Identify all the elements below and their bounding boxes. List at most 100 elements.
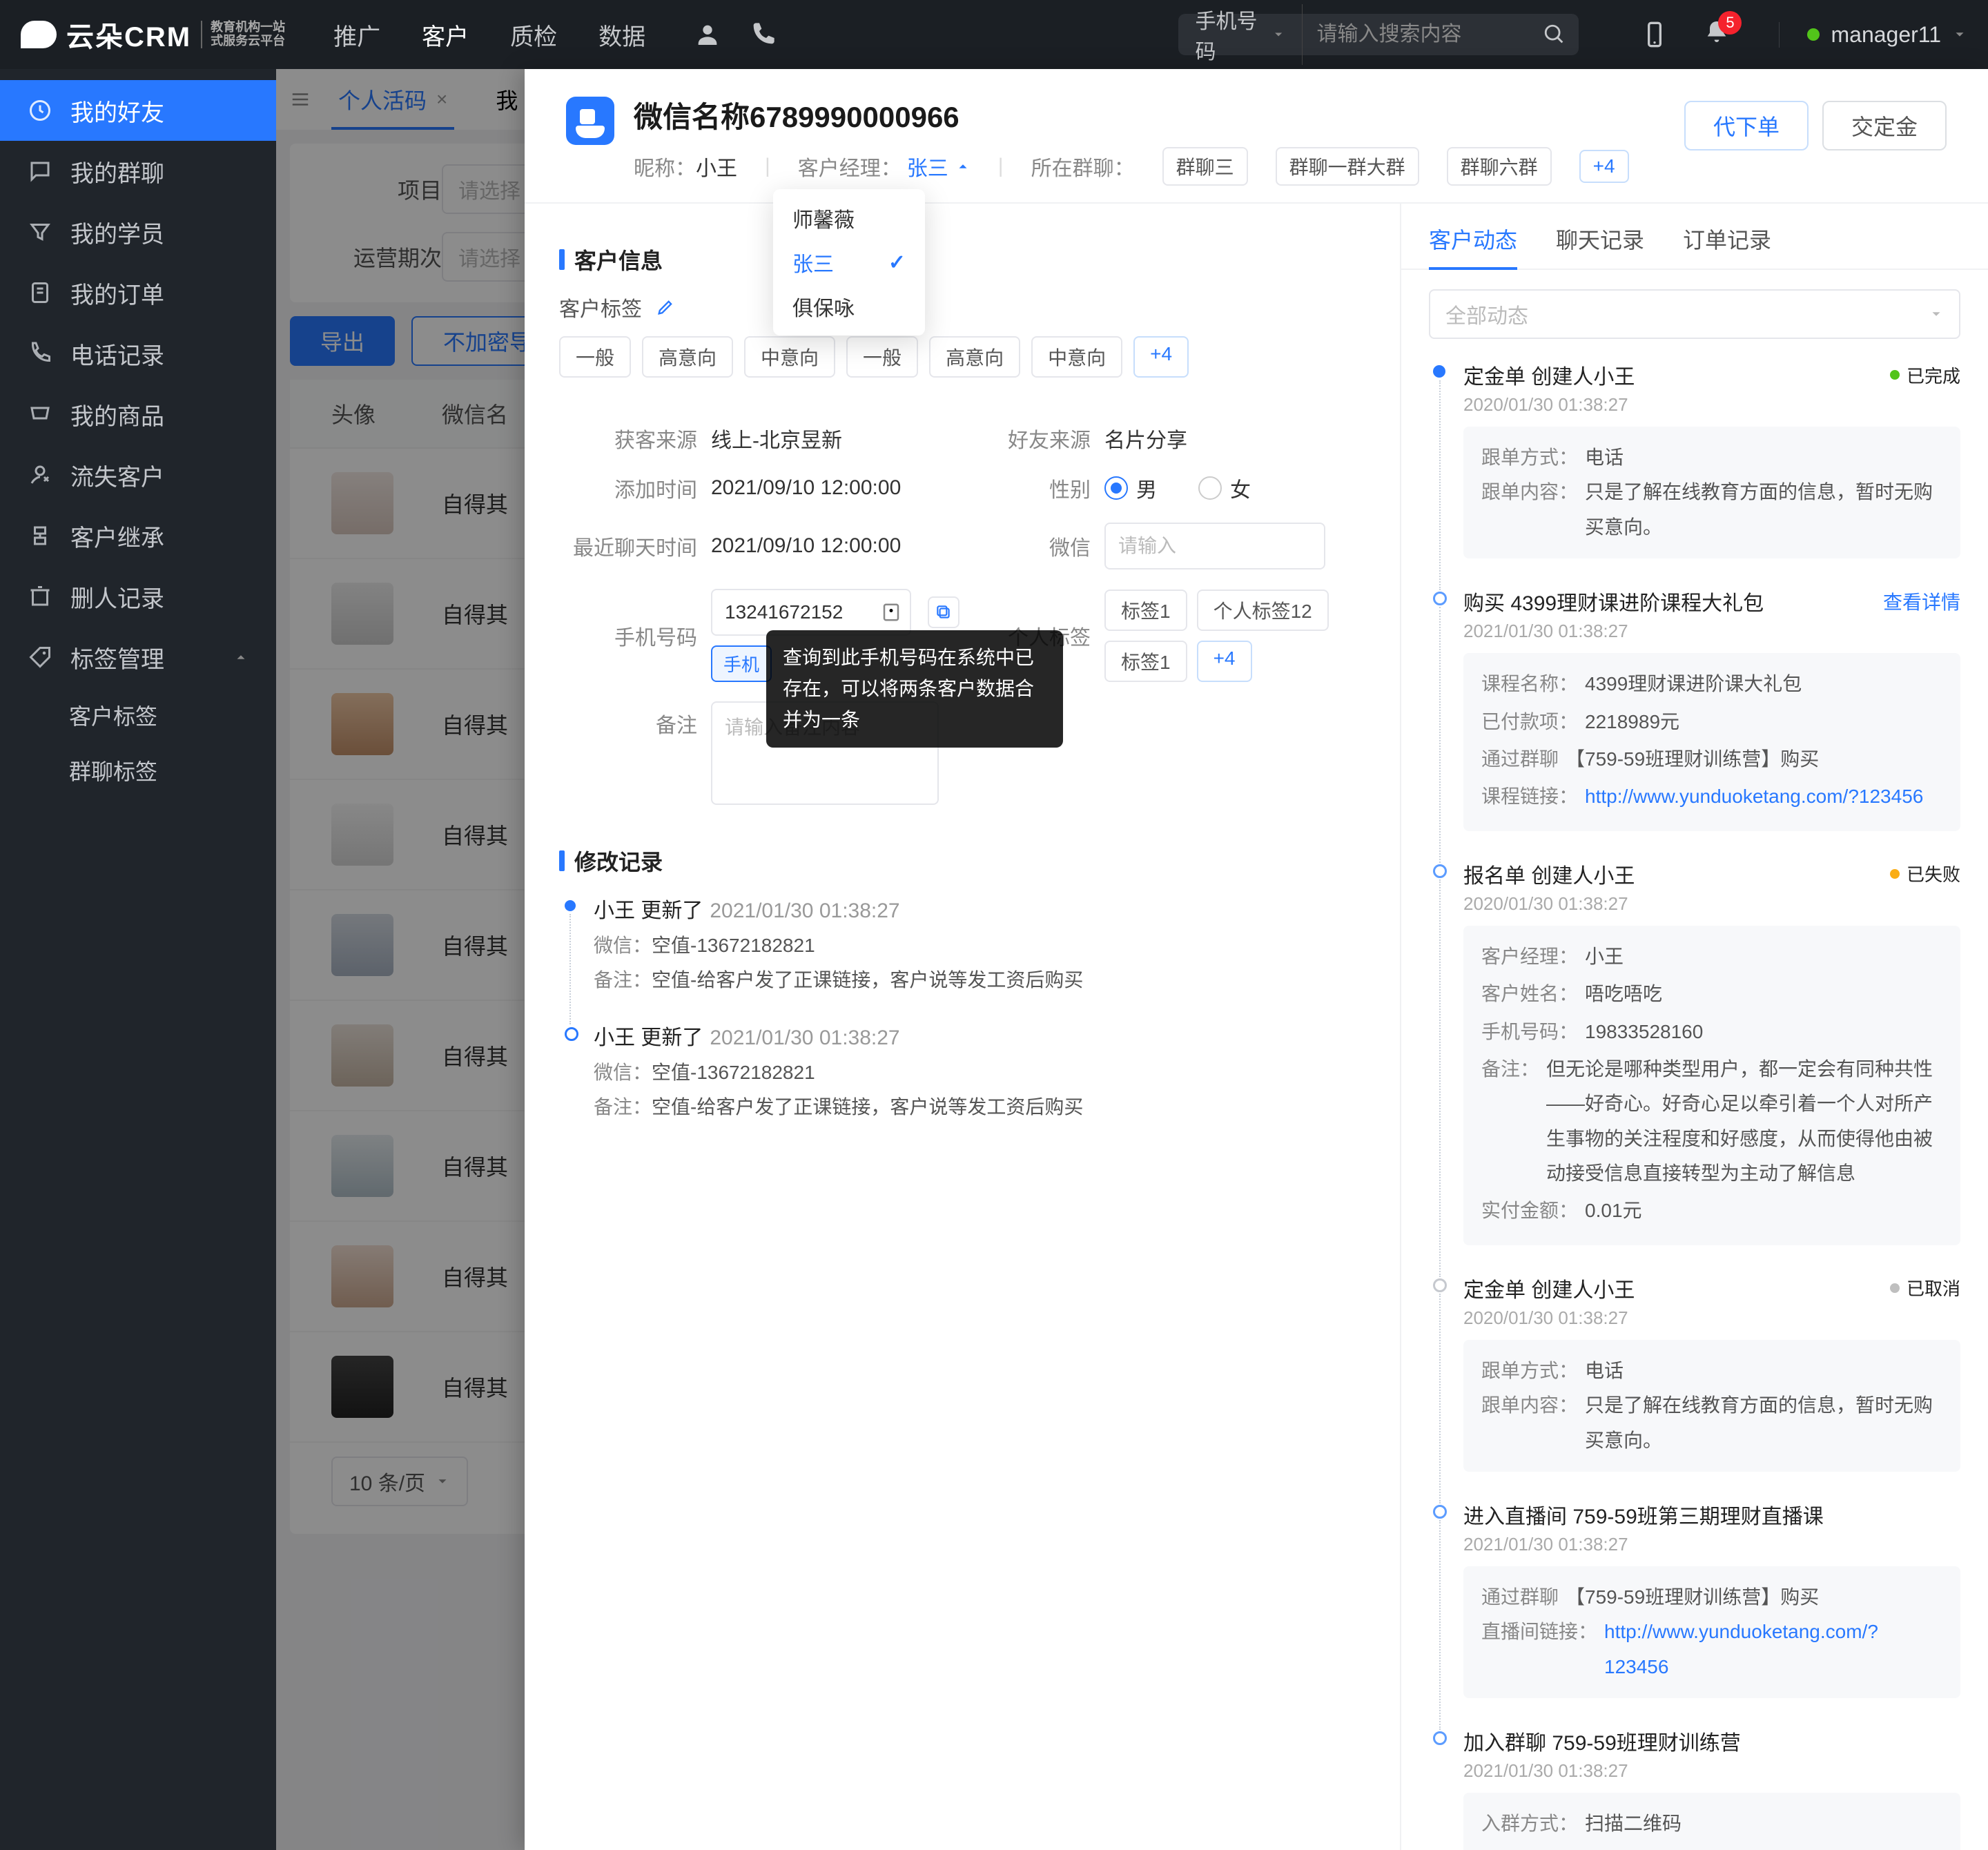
nav-inherit[interactable]: 客户继承	[0, 505, 276, 566]
tab-activity[interactable]: 客户动态	[1429, 223, 1517, 269]
customer-meta: 昵称：小王 | 客户经理：张三 | 所在群聊： 群聊三 群聊一群大群 群聊六群 …	[634, 147, 1665, 186]
timeline-head: 定金单 创建人小王已完成	[1463, 360, 1960, 390]
search-button[interactable]	[1530, 23, 1579, 46]
nav-my-groups[interactable]: 我的群聊	[0, 141, 276, 202]
top-extra-icons	[694, 21, 777, 48]
gender-radio: 男 女	[1104, 473, 1352, 503]
status-badge: 已取消	[1890, 1275, 1960, 1301]
deposit-button[interactable]: 交定金	[1822, 101, 1947, 150]
timeline-head: 进入直播间 759-59班第三期理财直播课	[1463, 1499, 1960, 1530]
nav-group-tags[interactable]: 群聊标签	[0, 743, 276, 798]
timeline-time: 2020/01/30 01:38:27	[1463, 394, 1960, 416]
group-chip[interactable]: 群聊三	[1162, 147, 1248, 186]
timeline-time: 2021/01/30 01:38:27	[1463, 621, 1960, 642]
view-details-link[interactable]: 查看详情	[1883, 587, 1960, 615]
group-chip-more[interactable]: +4	[1579, 150, 1629, 183]
customer-tag[interactable]: 中意向	[744, 336, 835, 378]
nav-my-orders[interactable]: 我的订单	[0, 262, 276, 323]
manager-option[interactable]: 张三✓	[773, 240, 925, 284]
phone-tag[interactable]: 手机	[711, 645, 772, 682]
nav-customer-tags[interactable]: 客户标签	[0, 688, 276, 743]
edit-icon[interactable]	[656, 298, 675, 317]
order-icon	[28, 280, 52, 305]
manager-option[interactable]: 俱保咏	[773, 284, 925, 329]
timeline-head: 购买 4399理财课进阶课程大礼包查看详情	[1463, 586, 1960, 616]
search-icon	[1543, 23, 1566, 46]
tag-row: 一般 高意向 中意向 一般 高意向 中意向 +4	[559, 336, 1365, 378]
radio-female[interactable]: 女	[1198, 473, 1251, 503]
nav-my-friends[interactable]: 我的好友	[0, 80, 276, 141]
search-type-select[interactable]: 手机号码	[1178, 4, 1303, 65]
topbar-right: 5 manager11	[1641, 18, 1967, 52]
inherit-icon	[28, 523, 52, 548]
phone-icon[interactable]	[749, 21, 777, 48]
search-input[interactable]	[1303, 23, 1530, 46]
timeline-head: 报名单 创建人小王已失败	[1463, 859, 1960, 889]
gender-label: 性别	[959, 473, 1104, 503]
tab-chat[interactable]: 聊天记录	[1556, 223, 1644, 269]
customer-tag[interactable]: 一般	[559, 336, 631, 378]
phone-label: 手机号码	[559, 621, 711, 651]
personal-tag[interactable]: 标签1	[1104, 590, 1187, 631]
contacts-icon[interactable]	[881, 602, 902, 623]
cart-icon	[28, 402, 52, 427]
customer-tag-more[interactable]: +4	[1133, 336, 1189, 378]
person-icon[interactable]	[694, 21, 721, 48]
proxy-order-button[interactable]: 代下单	[1684, 101, 1809, 150]
phone-exists-tooltip: 查询到此手机号码在系统中已存在，可以将两条客户数据合并为一条	[766, 630, 1063, 748]
nav-tag-manage[interactable]: 标签管理	[0, 627, 276, 688]
section-mod-record: 修改记录	[559, 845, 1365, 877]
friend-source-label: 好友来源	[959, 423, 1104, 454]
timeline-time: 2020/01/30 01:38:27	[1463, 893, 1960, 915]
timeline-head: 加入群聊 759-59班理财训练营	[1463, 1726, 1960, 1756]
customer-title: 微信名称6789990000966	[634, 94, 1665, 136]
manager-dropdown: 师馨薇 张三✓ 俱保咏	[773, 189, 925, 335]
customer-tag[interactable]: 一般	[846, 336, 918, 378]
lastchat-value: 2021/09/10 12:00:00	[711, 534, 959, 558]
group-chip[interactable]: 群聊六群	[1447, 147, 1552, 186]
add-time-value: 2021/09/10 12:00:00	[711, 476, 959, 500]
manager-select[interactable]: 客户经理：张三	[798, 151, 971, 182]
topnav-customer[interactable]: 客户	[422, 18, 469, 52]
topnav-data[interactable]: 数据	[598, 18, 645, 52]
notifications[interactable]: 5	[1703, 18, 1731, 52]
mobile-icon[interactable]	[1641, 21, 1668, 48]
group-chip[interactable]: 群聊一群大群	[1276, 147, 1419, 186]
wechat-input[interactable]	[1104, 523, 1325, 569]
nav-lost-customers[interactable]: 流失客户	[0, 445, 276, 505]
personal-tag[interactable]: 个人标签12	[1197, 590, 1329, 631]
tag-icon	[28, 645, 52, 670]
copy-icon[interactable]	[928, 596, 959, 628]
nav-my-products[interactable]: 我的商品	[0, 384, 276, 445]
user-menu[interactable]: manager11	[1779, 22, 1967, 48]
personal-tag-more[interactable]: +4	[1197, 641, 1252, 682]
tab-orders[interactable]: 订单记录	[1683, 223, 1771, 269]
customer-tag[interactable]: 高意向	[929, 336, 1020, 378]
friend-source-value: 名片分享	[1104, 423, 1352, 454]
topnav-qc[interactable]: 质检	[510, 18, 557, 52]
personal-tag[interactable]: 标签1	[1104, 641, 1187, 682]
add-time-label: 添加时间	[559, 473, 711, 503]
timeline-card: 客户经理：小王客户姓名：唔吃唔吃手机号码：19833528160备注：但无论是哪…	[1463, 926, 1960, 1245]
nav-delete-log[interactable]: 删人记录	[0, 566, 276, 627]
activity-filter-select[interactable]: 全部动态	[1429, 289, 1960, 339]
customer-tag[interactable]: 中意向	[1031, 336, 1122, 378]
timeline-item: 加入群聊 759-59班理财训练营2021/01/30 01:38:27入群方式…	[1429, 1726, 1960, 1850]
info-column: 客户信息 客户标签 一般 高意向 中意向 一般 高意向 中意向 +4 获客来源 …	[525, 204, 1401, 1850]
nav-my-students[interactable]: 我的学员	[0, 202, 276, 262]
radio-male[interactable]: 男	[1104, 473, 1157, 503]
nav-call-log[interactable]: 电话记录	[0, 323, 276, 384]
timeline-item: 进入直播间 759-59班第三期理财直播课 2021/01/30 01:38:27…	[1429, 1499, 1960, 1726]
timeline-time: 2021/01/30 01:38:27	[1463, 1534, 1960, 1555]
manager-option[interactable]: 师馨薇	[773, 196, 925, 240]
activity-timeline: 定金单 创建人小王已完成2020/01/30 01:38:27跟单方式：电话跟单…	[1401, 346, 1988, 1850]
source-value: 线上-北京昱新	[711, 423, 959, 454]
drawer-header: 微信名称6789990000966 昵称：小王 | 客户经理：张三 | 所在群聊…	[525, 69, 1988, 204]
chevron-down-icon	[1952, 27, 1967, 42]
lastchat-label: 最近聊天时间	[559, 531, 711, 561]
timeline-item: 报名单 创建人小王已失败 2020/01/30 01:38:27 客户经理：小王客户…	[1429, 859, 1960, 1273]
topnav-promote[interactable]: 推广	[333, 18, 380, 52]
logo[interactable]: 云朵CRM 教育机构一站式服务云平台	[21, 14, 285, 55]
status-dot-icon	[1807, 28, 1820, 41]
customer-tag[interactable]: 高意向	[642, 336, 733, 378]
